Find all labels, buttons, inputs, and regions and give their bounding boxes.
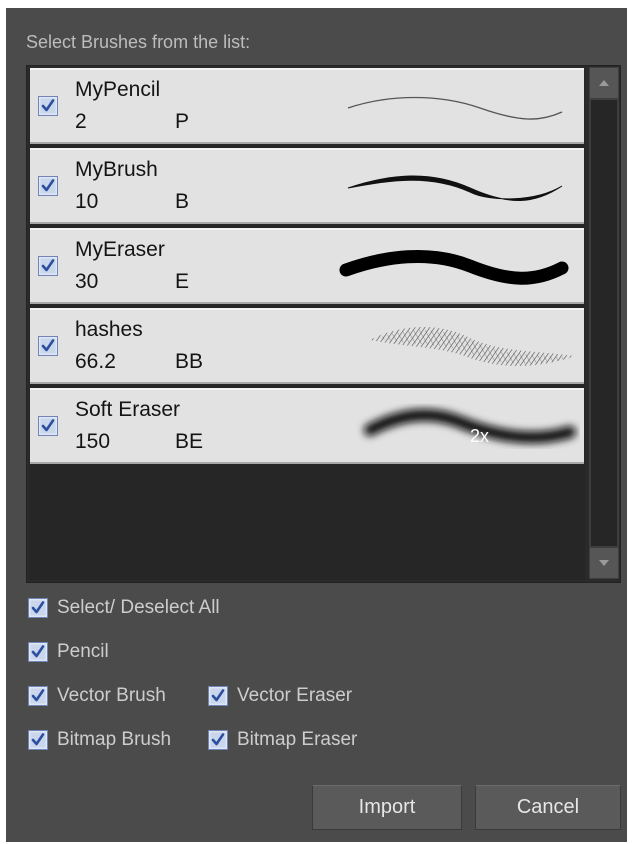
brush-size: 150 xyxy=(75,430,111,453)
bitmap-brush-label: Bitmap Brush xyxy=(57,729,172,750)
cancel-button[interactable]: Cancel xyxy=(475,785,621,830)
vector-eraser-checkbox[interactable] xyxy=(208,686,228,706)
brush-list[interactable]: MyPencil 2 P MyBrush 10 B MyEraser 30 E … xyxy=(26,65,621,583)
thick-eraser-stroke-icon xyxy=(339,249,569,285)
pencil-label: Pencil xyxy=(57,641,109,662)
vector-eraser-label: Vector Eraser xyxy=(237,685,353,706)
bitmap-brush-checkbox[interactable] xyxy=(28,730,48,750)
tapered-brush-stroke-icon xyxy=(347,175,563,202)
brush-shortcut: B xyxy=(175,190,190,213)
brush-row-soft-eraser[interactable]: Soft Eraser 150 BE 2x xyxy=(30,388,584,464)
brush-size: 30 xyxy=(75,270,99,293)
bitmap-brush-option[interactable]: Bitmap Brush xyxy=(28,729,171,751)
brush-shortcut: E xyxy=(175,270,190,293)
soft-eraser-stroke-icon: 2x xyxy=(364,409,576,446)
preview-scale-label: 2x xyxy=(470,426,489,446)
brush-size: 2 xyxy=(75,110,87,133)
brush-row-mypencil[interactable]: MyPencil 2 P xyxy=(30,68,584,144)
import-brushes-dialog: Select Brushes from the list: MyPencil 2… xyxy=(6,8,627,842)
bitmap-eraser-checkbox[interactable] xyxy=(208,730,228,750)
vector-brush-label: Vector Brush xyxy=(57,685,166,706)
vector-brush-option[interactable]: Vector Brush xyxy=(28,685,166,707)
brush-checkbox[interactable] xyxy=(38,176,58,196)
scroll-thumb[interactable] xyxy=(591,100,617,546)
bitmap-eraser-option[interactable]: Bitmap Eraser xyxy=(208,729,357,751)
brush-name: MyBrush xyxy=(75,158,158,181)
bitmap-eraser-label: Bitmap Eraser xyxy=(237,729,358,750)
brush-name: hashes xyxy=(75,318,143,341)
brush-shortcut: P xyxy=(175,110,190,133)
brush-shortcut: BB xyxy=(175,350,204,373)
brush-size: 66.2 xyxy=(75,350,116,373)
brush-checkbox[interactable] xyxy=(38,256,58,276)
select-all-label: Select/ Deselect All xyxy=(57,597,220,618)
brush-shortcut: BE xyxy=(175,430,204,453)
import-button[interactable]: Import xyxy=(312,785,462,830)
brush-checkbox[interactable] xyxy=(38,416,58,436)
scroll-up-button[interactable] xyxy=(590,68,618,98)
select-all-option[interactable]: Select/ Deselect All xyxy=(28,597,220,619)
brush-name: Soft Eraser xyxy=(75,398,181,421)
scroll-down-button[interactable] xyxy=(590,548,618,578)
brush-list-area: MyPencil 2 P MyBrush 10 B MyEraser 30 E … xyxy=(29,68,585,580)
pencil-checkbox[interactable] xyxy=(28,642,48,662)
brush-checkbox[interactable] xyxy=(38,96,58,116)
arrow-down-icon xyxy=(599,560,609,566)
brush-name: MyEraser xyxy=(75,238,165,261)
pencil-option[interactable]: Pencil xyxy=(28,641,109,663)
textured-hash-stroke-icon xyxy=(370,326,575,367)
brush-row-mybrush[interactable]: MyBrush 10 B xyxy=(30,148,584,224)
list-prompt: Select Brushes from the list: xyxy=(26,32,251,52)
brush-name: MyPencil xyxy=(75,78,161,101)
brush-checkbox[interactable] xyxy=(38,336,58,356)
select-all-checkbox[interactable] xyxy=(28,598,48,618)
list-scrollbar[interactable] xyxy=(589,67,619,579)
arrow-up-icon xyxy=(599,80,609,86)
brush-size: 10 xyxy=(75,190,99,213)
brush-row-hashes[interactable]: hashes 66.2 BB xyxy=(30,308,584,384)
brush-row-myeraser[interactable]: MyEraser 30 E xyxy=(30,228,584,304)
thin-pencil-stroke-icon xyxy=(347,96,563,120)
vector-brush-checkbox[interactable] xyxy=(28,686,48,706)
vector-eraser-option[interactable]: Vector Eraser xyxy=(208,685,352,707)
